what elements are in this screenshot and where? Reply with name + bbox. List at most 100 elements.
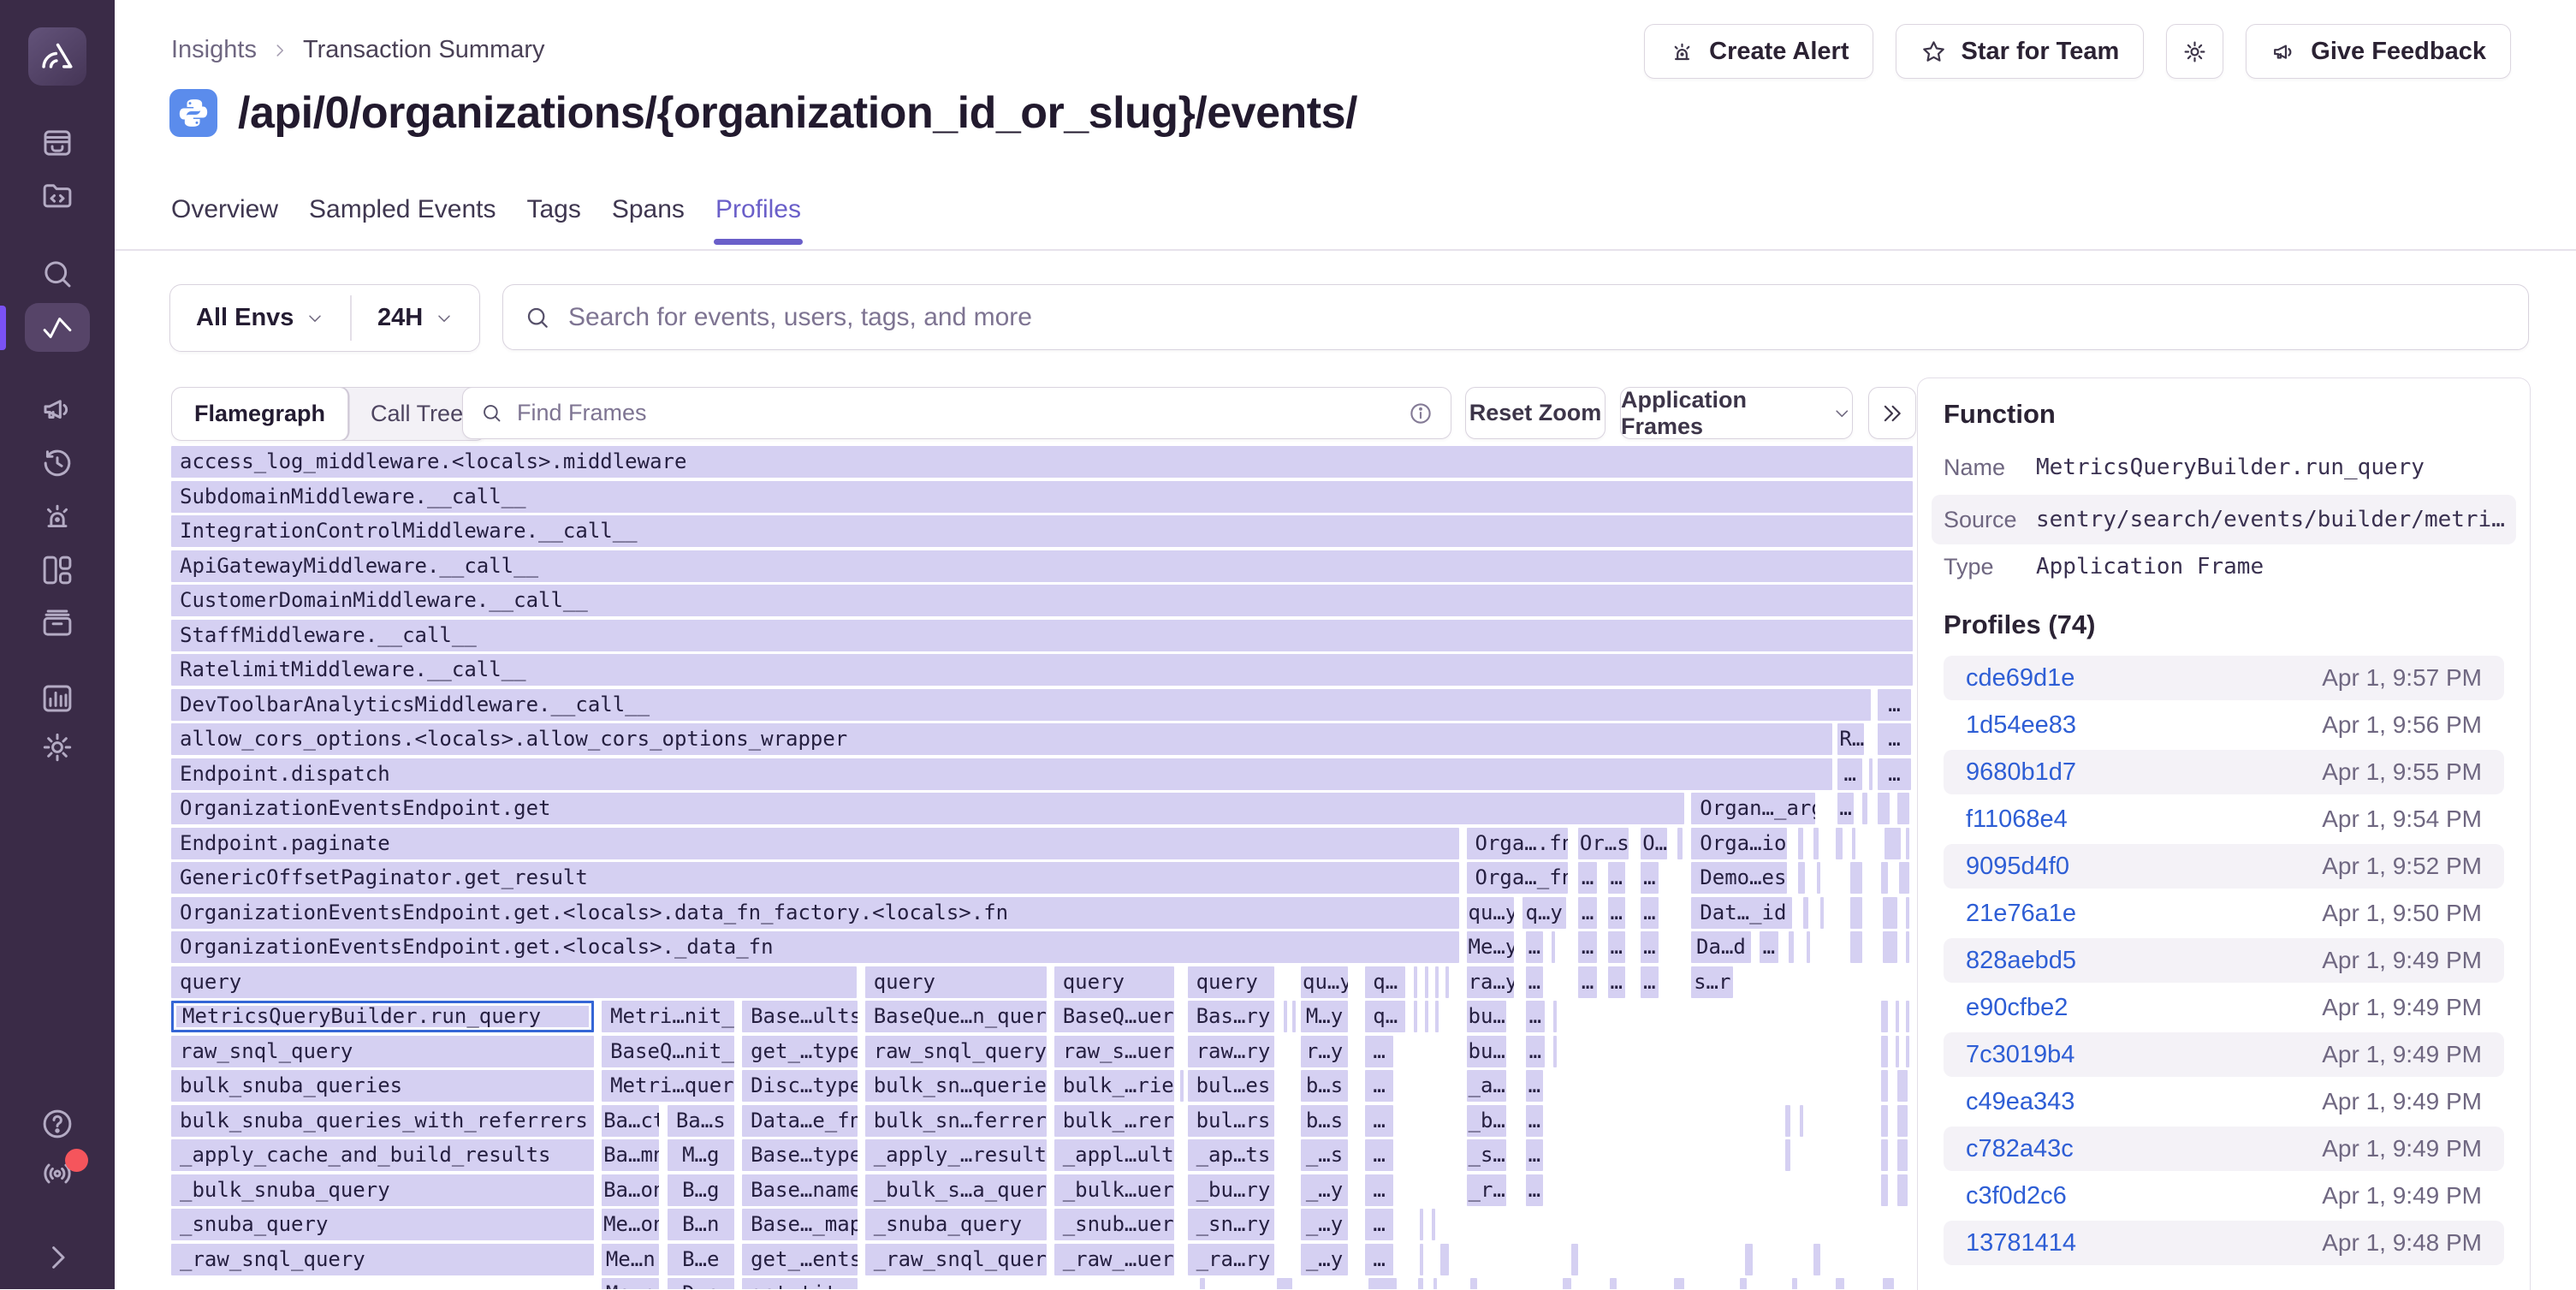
profile-id-link[interactable]: 7c3019b4 [1966, 1041, 2074, 1069]
flame-frame[interactable]: q…y [1522, 897, 1566, 929]
flame-frame[interactable]: raw_snql_query [865, 1036, 1047, 1067]
flame-frame[interactable] [1881, 862, 1888, 894]
flame-frame[interactable]: bulk_…ries [1054, 1070, 1175, 1102]
flame-frame[interactable]: OrganizationEventsEndpoint.get.<locals>.… [171, 931, 1459, 963]
environment-filter-button[interactable]: All Envs [170, 285, 350, 351]
flame-frame[interactable]: D…e [668, 1278, 735, 1289]
flame-frame[interactable]: query [1188, 966, 1275, 998]
issues-icon[interactable] [39, 125, 75, 161]
settings-button[interactable] [2166, 24, 2223, 79]
flame-frame[interactable] [1906, 1001, 1909, 1032]
flame-frame[interactable] [1906, 828, 1909, 859]
flame-frame[interactable]: Base…ults [742, 1001, 858, 1032]
flame-frame[interactable]: bu…s [1467, 1001, 1507, 1032]
flame-frame[interactable]: _…y [1301, 1244, 1348, 1275]
flame-frame[interactable]: … [1878, 758, 1911, 790]
flame-frame[interactable] [1813, 828, 1819, 859]
flame-frame[interactable]: … [1578, 862, 1597, 894]
flame-frame[interactable] [1817, 862, 1820, 894]
flame-frame[interactable]: Me…n [602, 1244, 659, 1275]
flame-frame[interactable]: _ra…ry [1188, 1244, 1275, 1275]
flame-frame[interactable]: q… [1365, 1001, 1405, 1032]
flame-frame[interactable]: DevToolbarAnalyticsMiddleware.__call__ [171, 689, 1871, 721]
flame-frame[interactable]: get_…ents [742, 1244, 858, 1275]
flame-frame[interactable]: bulk_snuba_queries_with_referrers [171, 1105, 594, 1137]
collapse-chevron-icon[interactable] [39, 1239, 75, 1275]
flame-frame[interactable]: StaffMiddleware.__call__ [171, 620, 1913, 651]
flame-frame[interactable] [1881, 1105, 1888, 1137]
flame-frame[interactable]: _bulk_snuba_query [171, 1174, 594, 1206]
flame-frame[interactable]: … [1641, 862, 1658, 894]
flame-frame[interactable] [1897, 793, 1909, 824]
flame-frame[interactable] [1414, 1001, 1417, 1032]
flame-frame[interactable]: _b…y [1467, 1105, 1507, 1137]
flame-frame[interactable] [1803, 897, 1808, 929]
flame-frame[interactable] [1881, 1139, 1888, 1171]
flame-frame[interactable]: M…y [1301, 1001, 1348, 1032]
flame-frame[interactable]: _…y [1301, 1209, 1348, 1240]
profile-id-link[interactable]: 1d54ee83 [1966, 711, 2076, 740]
flame-frame[interactable]: qu…y [1301, 966, 1348, 998]
flame-frame[interactable] [1425, 966, 1428, 998]
profile-id-link[interactable]: 13781414 [1966, 1229, 2076, 1257]
flame-frame[interactable]: raw…ry [1188, 1036, 1275, 1067]
flame-frame[interactable]: B…g [668, 1174, 735, 1206]
flame-frame[interactable]: _snuba_query [865, 1209, 1047, 1240]
alerts-siren-icon[interactable] [39, 498, 75, 534]
tab-spans[interactable]: Spans [612, 195, 685, 231]
flame-frame[interactable]: Bas…ry [1188, 1001, 1275, 1032]
flame-frame[interactable]: ra…y [1467, 966, 1514, 998]
breadcrumb-insights[interactable]: Insights [171, 36, 257, 64]
flame-frame[interactable] [1881, 1036, 1888, 1067]
flame-frame[interactable] [1820, 897, 1824, 929]
flame-frame[interactable]: CustomerDomainMiddleware.__call__ [171, 585, 1913, 616]
flame-frame[interactable]: … [1365, 1070, 1393, 1102]
flame-frame[interactable]: _ap…ts [1188, 1139, 1275, 1171]
flame-frame[interactable]: Me…n [602, 1278, 659, 1289]
flame-frame[interactable]: Metri…query [602, 1070, 734, 1102]
flame-frame[interactable]: … [1578, 966, 1597, 998]
tab-sampled-events[interactable]: Sampled Events [309, 195, 496, 231]
flame-frame[interactable]: O… [1641, 828, 1667, 859]
flame-frame[interactable]: … [1526, 1070, 1543, 1102]
flame-frame[interactable]: q… [1365, 966, 1405, 998]
flame-frame[interactable] [1881, 1174, 1888, 1206]
flame-frame[interactable]: _snub…uery [1054, 1209, 1175, 1240]
flame-frame[interactable]: Ba…s [668, 1105, 735, 1137]
flame-frame[interactable] [1284, 1001, 1287, 1032]
flame-frame[interactable]: … [1526, 1174, 1543, 1206]
flame-frame[interactable]: Endpoint.dispatch [171, 758, 1832, 790]
flame-frame[interactable] [1852, 828, 1855, 859]
flame-frame[interactable]: bulk_sn…queries [865, 1070, 1047, 1102]
flame-frame[interactable]: … [1365, 1209, 1393, 1240]
flame-frame[interactable] [1200, 1278, 1205, 1289]
flame-frame[interactable]: … [1608, 897, 1625, 929]
flame-frame[interactable]: BaseQ…uery [1054, 1001, 1175, 1032]
flamegraph-canvas[interactable]: access_log_middleware.<locals>.middlewar… [171, 446, 1914, 1289]
flame-frame[interactable] [1180, 1070, 1184, 1102]
flame-frame[interactable] [1798, 862, 1805, 894]
flame-frame[interactable]: _apply_…results [865, 1139, 1047, 1171]
flame-frame[interactable]: OrganizationEventsEndpoint.get [171, 793, 1684, 824]
replays-clock-icon[interactable] [39, 445, 75, 481]
flame-frame[interactable]: Ba…mn [602, 1139, 659, 1171]
flame-frame-selected[interactable]: MetricsQueryBuilder.run_query [171, 1001, 594, 1032]
flame-frame[interactable]: Da…d [1691, 931, 1750, 963]
flame-frame[interactable]: … [1365, 1244, 1393, 1275]
flame-frame[interactable]: BaseQ…nit__ [602, 1036, 734, 1067]
flame-frame[interactable] [1414, 966, 1417, 998]
flame-frame[interactable] [1869, 758, 1873, 790]
flame-frame[interactable]: Endpoint.paginate [171, 828, 1459, 859]
flame-frame[interactable]: _bulk…uery [1054, 1174, 1175, 1206]
flame-frame[interactable]: … [1368, 1278, 1397, 1289]
flame-frame[interactable]: access_log_middleware.<locals>.middlewar… [171, 446, 1913, 478]
flame-frame[interactable] [1798, 828, 1803, 859]
insights-icon[interactable] [39, 310, 75, 346]
flame-frame[interactable]: … [1641, 897, 1658, 929]
flame-frame[interactable]: Me…y [1467, 931, 1514, 963]
flame-frame[interactable]: Orga….fn [1467, 828, 1568, 859]
flame-frame[interactable] [1571, 1244, 1578, 1275]
flame-frame[interactable] [1897, 1139, 1908, 1171]
flame-frame[interactable]: qu…y [1467, 897, 1514, 929]
flame-frame[interactable]: _appl…ults [1054, 1139, 1175, 1171]
